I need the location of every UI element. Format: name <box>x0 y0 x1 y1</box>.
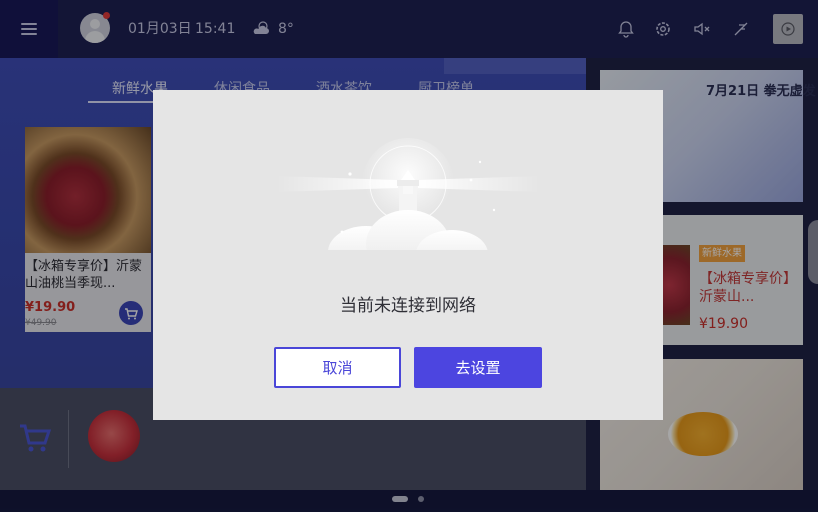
lighthouse-illustration <box>276 138 540 290</box>
network-dialog: 当前未连接到网络 取消 去设置 <box>153 90 663 420</box>
dialog-message: 当前未连接到网络 <box>340 296 476 316</box>
go-to-settings-button[interactable]: 去设置 <box>414 347 542 388</box>
cancel-button[interactable]: 取消 <box>274 347 401 388</box>
